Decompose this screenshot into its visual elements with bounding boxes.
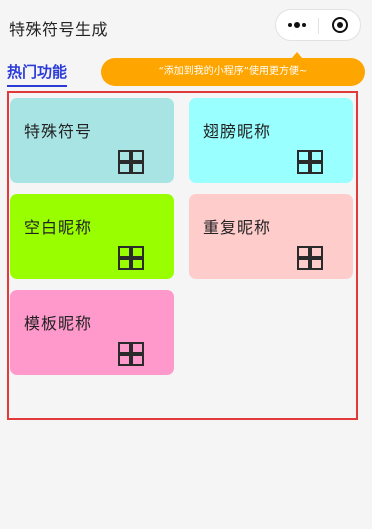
add-mini-program-tip: “添加到我的小程序”使用更方便~ — [101, 52, 365, 86]
tab-underline — [7, 85, 67, 87]
tip-arrow — [291, 52, 303, 59]
card-label: 模板昵称 — [24, 314, 93, 333]
card-repeat-nickname[interactable]: 重复昵称 — [189, 194, 353, 279]
more-dots-icon — [294, 22, 300, 28]
grid-icon — [118, 342, 144, 366]
tab-hot-features[interactable]: 热门功能 — [7, 61, 67, 82]
card-label: 翅膀昵称 — [203, 122, 272, 141]
more-dots-icon — [288, 23, 292, 27]
card-blank-nickname[interactable]: 空白昵称 — [10, 194, 174, 279]
card-wing-nickname[interactable]: 翅膀昵称 — [189, 98, 353, 183]
app-title: 特殊符号生成 — [9, 20, 109, 39]
card-special-symbols[interactable]: 特殊符号 — [10, 98, 174, 183]
card-label: 空白昵称 — [24, 218, 93, 237]
tip-text: “添加到我的小程序”使用更方便~ — [101, 58, 365, 86]
grid-icon — [297, 150, 323, 174]
card-label: 特殊符号 — [24, 122, 93, 141]
more-dots-icon — [302, 23, 306, 27]
target-close-icon — [332, 17, 348, 33]
title-bar: 特殊符号生成 — [0, 0, 372, 52]
card-label: 重复昵称 — [203, 218, 272, 237]
mini-program-capsule — [275, 9, 361, 41]
card-template-nickname[interactable]: 模板昵称 — [10, 290, 174, 375]
more-button[interactable] — [276, 10, 318, 40]
grid-icon — [118, 150, 144, 174]
close-button[interactable] — [319, 10, 361, 40]
grid-icon — [118, 246, 144, 270]
grid-icon — [297, 246, 323, 270]
